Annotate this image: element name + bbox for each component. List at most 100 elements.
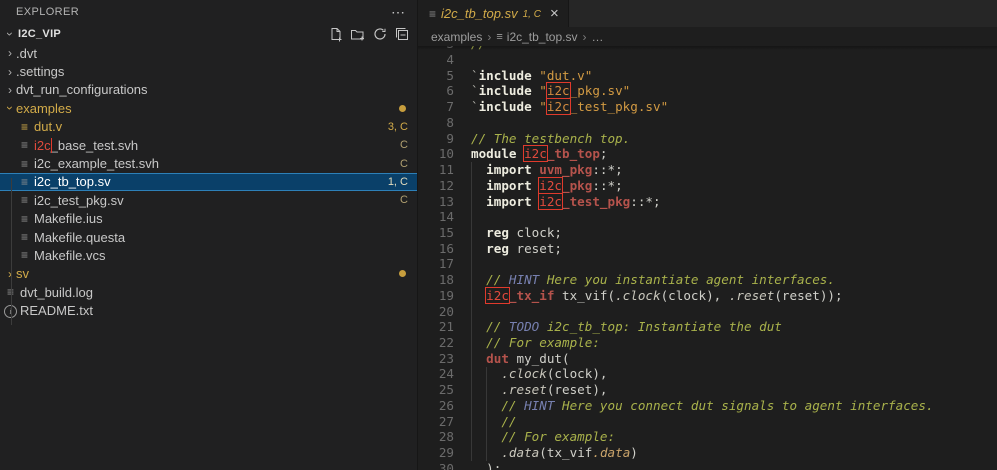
code-line-12[interactable]: import i2c_pkg::*; [471, 176, 997, 194]
token-pln [471, 288, 486, 303]
code-line-5[interactable]: `include "dut.v" [471, 68, 997, 84]
tree-item-i2c-base-test.svh[interactable]: ≡ i2c_base_test.svh C [0, 136, 417, 154]
code-line-19[interactable]: i2c_tx_if tx_vif(.clock(clock), .reset(r… [471, 286, 997, 304]
code-line-27[interactable]: // [471, 414, 997, 430]
tree-item-README.txt[interactable]: iREADME.txt [0, 301, 417, 319]
file-icon: ≡ [429, 6, 437, 21]
code-line-9[interactable]: // The testbench top. [471, 131, 997, 147]
code-line-29[interactable]: .data(tx_vif.data) [471, 445, 997, 461]
token-kw: reg [486, 224, 509, 240]
error-highlight: i2c [485, 286, 510, 304]
tab-i2c-tb-top[interactable]: ≡ i2c_tb_top.sv 1, C × [418, 0, 569, 27]
tree-item-.settings[interactable]: › .settings [0, 62, 417, 80]
code-line-30[interactable]: ); [471, 461, 997, 470]
error-highlight: i2c [538, 176, 564, 194]
line-number: 20 [438, 303, 454, 319]
code-line-22[interactable]: // For example: [471, 335, 997, 351]
file-icon: ≡ [496, 30, 503, 43]
token-typ: _pkg [562, 177, 593, 193]
code-line-14[interactable] [471, 209, 997, 225]
gutter: 3456789101112131415161718192021222324252… [418, 46, 454, 470]
code-line-8[interactable] [471, 115, 997, 131]
refresh-icon[interactable] [372, 26, 388, 42]
line-number: 29 [438, 445, 454, 460]
code-line-25[interactable]: .reset(reset), [471, 382, 997, 398]
code-line-11[interactable]: import uvm_pkg::*; [471, 162, 997, 178]
breadcrumb-file[interactable]: i2c_tb_top.sv [507, 30, 578, 44]
code-line-7[interactable]: `include "i2c_test_pkg.sv" [471, 98, 997, 116]
token-pln [471, 194, 486, 209]
file-icon: ≡ [20, 248, 28, 263]
breadcrumb-symbol-ellipsis[interactable]: … [592, 30, 604, 44]
line-number: 16 [438, 240, 454, 256]
chevron-down-icon: › [3, 32, 17, 36]
tree-item-Makefile.vcs[interactable]: ≡ Makefile.vcs [0, 246, 417, 264]
code-line-17[interactable] [471, 256, 997, 272]
token-cmt: // For example: [486, 334, 600, 350]
code-line-13[interactable]: import i2c_test_pkg::*; [471, 192, 997, 210]
code-line-28[interactable]: // For example: [471, 429, 997, 445]
code-line-26[interactable]: // HINT Here you connect dut signals to … [471, 398, 997, 414]
tree-item-dvt-run-configurations[interactable]: › dvt_run_configurations [0, 81, 417, 99]
tree-item-i2c-tb-top.sv[interactable]: ≡ i2c_tb_top.sv 1, C [0, 172, 417, 192]
token-pln [471, 272, 486, 287]
token-cmt: // [471, 46, 486, 51]
code-line-4[interactable] [471, 52, 997, 68]
code-line-21[interactable]: // TODO i2c_tb_top: Instantiate the dut [471, 319, 997, 335]
tree-item-sv[interactable]: › sv [0, 265, 417, 283]
line-number: 30 [438, 460, 454, 470]
token-pln [471, 162, 486, 177]
code-line-24[interactable]: .clock(clock), [471, 366, 997, 382]
tree-item-examples[interactable]: › examples [0, 99, 417, 117]
tab-title: i2c_tb_top.sv [441, 6, 518, 21]
close-icon[interactable]: × [550, 6, 559, 21]
tree-item-i2c-example-test.svh[interactable]: ≡ i2c_example_test.svh C [0, 154, 417, 172]
tree-item-dut.v[interactable]: ≡ dut.v 3, C [0, 118, 417, 136]
line-number: 17 [438, 256, 454, 272]
line-number: 8 [446, 114, 454, 130]
error-highlight: i2c [523, 145, 548, 163]
new-folder-icon[interactable] [350, 26, 366, 42]
item-label: dvt_run_configurations [16, 82, 148, 98]
item-label: i2c_test_pkg.sv [34, 192, 124, 208]
token-port: .clock [615, 287, 661, 303]
token-kw: import [486, 193, 532, 209]
token-str: " [539, 99, 547, 115]
token-port: .clock [501, 366, 547, 382]
code-line-16[interactable]: reg reset; [471, 241, 997, 257]
tree-item-i2c-test-pkg.sv[interactable]: ≡ i2c_test_pkg.sv C [0, 191, 417, 209]
token-pln [471, 178, 486, 193]
item-label: Makefile.vcs [34, 247, 106, 263]
new-file-icon[interactable] [328, 26, 344, 42]
breadcrumb-folder[interactable]: examples [431, 30, 482, 44]
code-line-10[interactable]: module i2c_tb_top; [471, 145, 997, 163]
tree-item-dvt-build.log[interactable]: ≡dvt_build.log [0, 283, 417, 301]
token-cmt: // [501, 413, 517, 429]
tree-item-.dvt[interactable]: › .dvt [0, 44, 417, 62]
tree-item-Makefile.questa[interactable]: ≡ Makefile.questa [0, 228, 417, 246]
vscode-window: EXPLORER ⋯ › I2C_VIP › .dvt › .settings … [0, 0, 997, 470]
token-pln: my_dut( [508, 350, 570, 366]
problems-badge: C [400, 157, 408, 170]
line-number: 10 [438, 146, 454, 162]
code-line-18[interactable]: // HINT Here you instantiate agent inter… [471, 272, 997, 288]
token-tag: TODO [508, 319, 540, 335]
collapse-all-icon[interactable] [394, 26, 410, 42]
line-number: 7 [446, 99, 454, 115]
token-pln [471, 225, 486, 240]
more-actions-icon[interactable]: ⋯ [391, 5, 405, 19]
code-line-15[interactable]: reg clock; [471, 225, 997, 241]
line-number: 21 [438, 319, 454, 335]
tree-item-Makefile.ius[interactable]: ≡ Makefile.ius [0, 210, 417, 228]
code-line-6[interactable]: `include "i2c_pkg.sv" [471, 82, 997, 100]
token-pun: ` [471, 83, 479, 99]
code-line-23[interactable]: dut my_dut( [471, 351, 997, 367]
code-editor[interactable]: 3456789101112131415161718192021222324252… [418, 46, 997, 470]
modified-dot-badge [399, 270, 406, 278]
problems-badge: C [400, 194, 408, 207]
item-label: dvt_build.log [20, 284, 93, 300]
workspace-root-row[interactable]: › I2C_VIP [0, 24, 417, 44]
token-typ: uvm_pkg [539, 162, 593, 178]
code-line-20[interactable] [471, 304, 997, 320]
chevron-right-icon: › [8, 46, 12, 61]
